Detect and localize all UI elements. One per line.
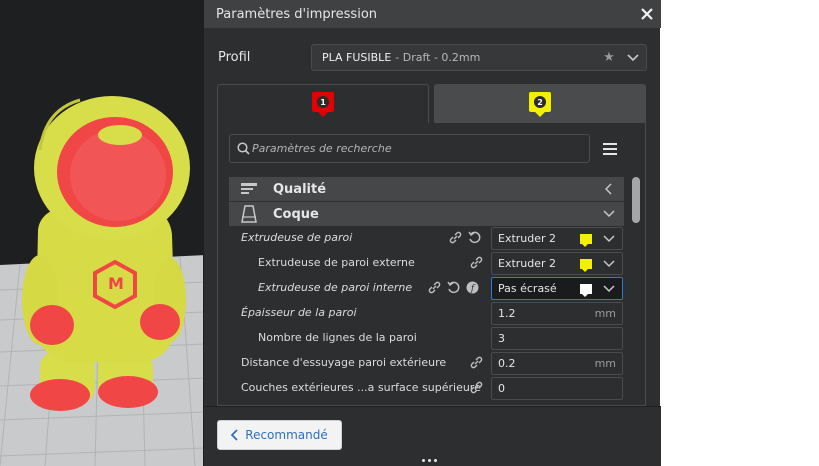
link-icon[interactable] — [470, 256, 483, 269]
profile-name: PLA FUSIBLE — [322, 51, 392, 64]
inner-wall-extruder-value: Pas écrasé — [498, 282, 557, 295]
setting-row-outer-wall-extruder: Extrudeuse de paroi externe Extruder 2 — [229, 251, 624, 276]
extruder-1-badge: 1 — [312, 92, 334, 117]
category-shell[interactable]: Coque — [229, 202, 624, 226]
chevron-down-icon — [600, 284, 618, 293]
hamburger-icon-line — [603, 153, 617, 155]
setting-row-outer-wall-wipe: Distance d'essuyage paroi extérieure 0.2… — [229, 351, 624, 376]
setting-label: Extrudeuse de paroi interne — [258, 281, 413, 294]
3d-viewport[interactable]: M — [0, 0, 206, 466]
settings-menu-button[interactable] — [601, 140, 619, 158]
chevron-down-icon — [620, 53, 646, 62]
profile-quality: - Draft - 0.2mm — [395, 51, 481, 64]
close-button[interactable] — [633, 0, 661, 28]
chevron-down-icon — [594, 210, 624, 218]
link-icon[interactable] — [449, 231, 462, 244]
search-icon — [230, 142, 252, 155]
setting-row-top-surface-layers: Couches extérieures ...a surface supérie… — [229, 376, 624, 401]
unit-label: mm — [594, 357, 616, 370]
wall-line-count-value: 3 — [498, 332, 505, 345]
setting-label: Nombre de lignes de la paroi — [258, 331, 417, 344]
wall-thickness-value: 1.2 — [498, 307, 516, 320]
search-box[interactable] — [229, 134, 590, 163]
recommended-label: Recommandé — [245, 428, 328, 442]
setting-label: Couches extérieures ...a surface supérie… — [241, 381, 481, 394]
wall-thickness-input[interactable]: 1.2 mm — [491, 302, 623, 325]
search-input[interactable] — [252, 142, 572, 155]
hamburger-icon-line — [603, 148, 617, 150]
tab-extruder-1[interactable]: 1 — [217, 84, 429, 123]
hamburger-icon-line — [603, 143, 617, 145]
chevron-down-icon — [600, 234, 618, 243]
print-settings-panel: Paramètres d'impression Profil PLA FUSIB… — [203, 0, 661, 466]
link-icon[interactable] — [470, 356, 483, 369]
extruder-color-swatch — [580, 283, 592, 297]
settings-list[interactable]: Qualité Coque Extrudeuse de paroi Extrud… — [229, 175, 624, 405]
extruder-color-swatch — [580, 258, 592, 272]
extruder-2-number: 2 — [534, 96, 546, 108]
setting-label: Distance d'essuyage paroi extérieure — [241, 356, 447, 369]
outer-wall-extruder-value: Extruder 2 — [498, 257, 557, 270]
close-icon — [641, 8, 653, 20]
top-surface-layers-value: 0 — [498, 382, 505, 395]
reset-icon[interactable] — [447, 281, 460, 294]
profile-label: Profil — [218, 50, 251, 65]
recommended-button[interactable]: Recommandé — [217, 420, 342, 450]
build-plate-scene — [0, 96, 206, 466]
top-surface-layers-input[interactable]: 0 — [491, 377, 623, 400]
panel-titlebar: Paramètres d'impression — [204, 0, 661, 28]
wall-line-count-input[interactable]: 3 — [491, 327, 623, 350]
settings-scrollbar[interactable] — [632, 177, 640, 223]
setting-row-wall-thickness: Épaisseur de la paroi 1.2 mm — [229, 301, 624, 326]
category-quality-label: Qualité — [273, 181, 327, 197]
chevron-down-icon — [600, 259, 618, 268]
extruder-1-number: 1 — [317, 96, 329, 108]
shell-icon — [229, 205, 269, 223]
panel-title: Paramètres d'impression — [216, 6, 378, 22]
panel-footer: Recommandé — [204, 406, 661, 466]
setting-label: Extrudeuse de paroi — [241, 231, 353, 244]
setting-label: Épaisseur de la paroi — [241, 306, 357, 319]
model-logo-letter: M — [108, 274, 124, 293]
chevron-left-icon — [231, 429, 238, 441]
inner-wall-extruder-select[interactable]: Pas écrasé — [491, 277, 623, 300]
setting-row-wall-extruder: Extrudeuse de paroi Extruder 2 — [229, 226, 624, 251]
category-shell-label: Coque — [273, 206, 319, 222]
chevron-left-icon — [594, 183, 624, 195]
profile-select[interactable]: PLA FUSIBLE - Draft - 0.2mm ★ — [311, 44, 647, 71]
setting-label: Extrudeuse de paroi externe — [258, 256, 415, 269]
wall-extruder-select[interactable]: Extruder 2 — [491, 227, 623, 250]
outer-wall-wipe-input[interactable]: 0.2 mm — [491, 352, 623, 375]
outer-wall-extruder-select[interactable]: Extruder 2 — [491, 252, 623, 275]
extruder-color-swatch — [580, 233, 592, 247]
outer-wall-wipe-value: 0.2 — [498, 357, 516, 370]
quality-icon — [229, 182, 269, 196]
reset-icon[interactable] — [468, 231, 481, 244]
link-icon[interactable] — [470, 381, 483, 394]
extruder-2-badge: 2 — [529, 92, 551, 117]
link-icon[interactable] — [428, 281, 441, 294]
resize-handle[interactable] — [422, 459, 437, 462]
setting-row-inner-wall-extruder: Extrudeuse de paroi interne f Pas écrasé — [229, 276, 624, 301]
category-quality[interactable]: Qualité — [229, 177, 624, 201]
star-icon[interactable]: ★ — [598, 50, 620, 65]
wall-extruder-value: Extruder 2 — [498, 232, 557, 245]
function-icon[interactable]: f — [466, 281, 479, 294]
tab-extruder-2[interactable]: 2 — [434, 84, 646, 123]
setting-row-wall-line-count: Nombre de lignes de la paroi 3 — [229, 326, 624, 351]
unit-label: mm — [594, 307, 616, 320]
